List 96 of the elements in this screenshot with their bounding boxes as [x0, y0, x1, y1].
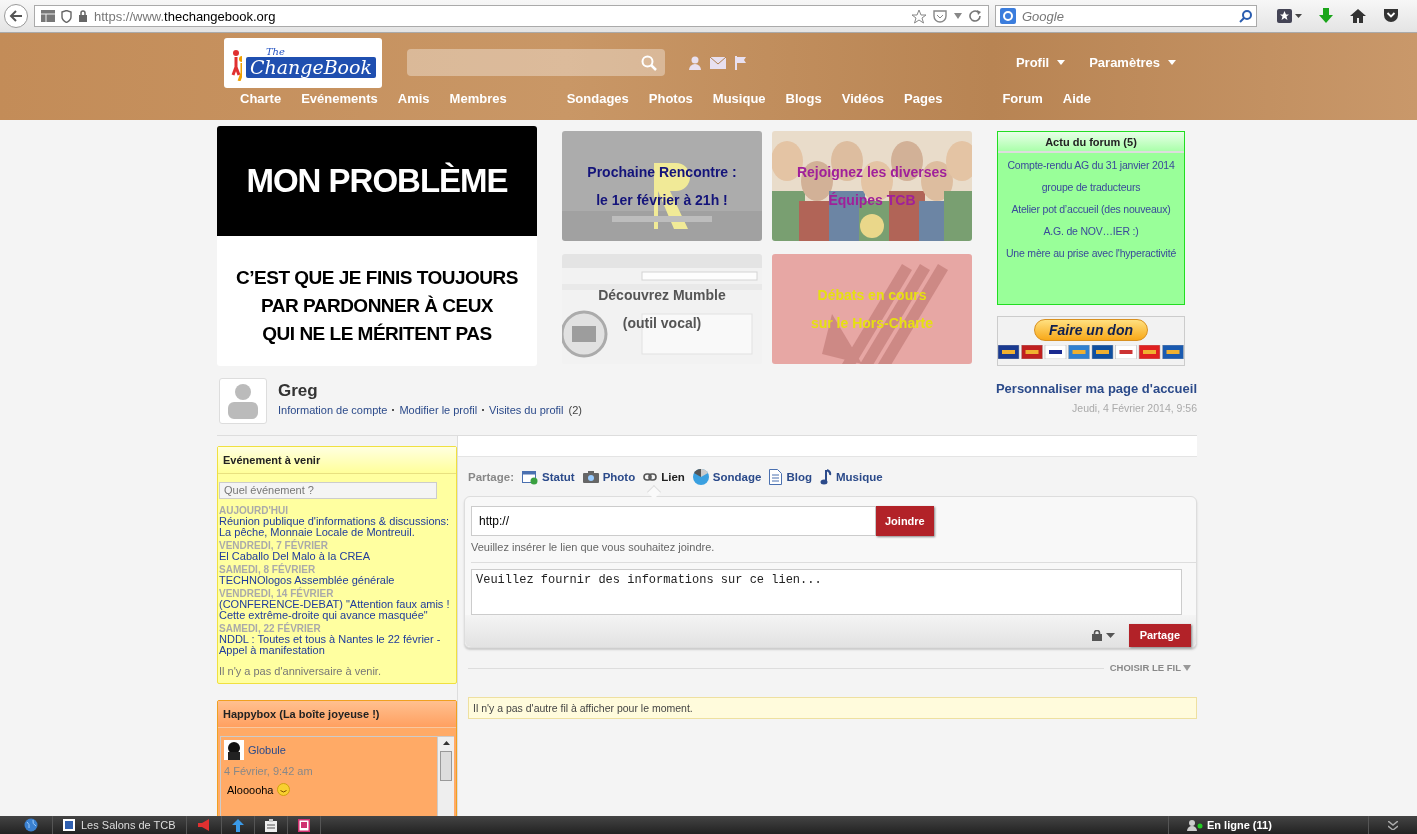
camera-icon: [582, 471, 599, 483]
event-date: SAMEDI, 8 FÉVRIER: [219, 564, 317, 575]
star-icon[interactable]: [911, 8, 927, 24]
meme-text: PAR PARDONNER À CEUX: [260, 294, 494, 318]
caret-icon: [1057, 60, 1066, 65]
event-link[interactable]: TECHNOlogos Assemblée générale: [219, 575, 455, 586]
profile-link[interactable]: Modifier le profil: [399, 404, 478, 416]
chain-icon: [643, 473, 658, 481]
globe-icon[interactable]: [24, 818, 38, 832]
event-link[interactable]: NDDL : Toutes et tous à Nantes le 22 février - Appel à manifestation: [219, 634, 455, 656]
document-icon: [769, 469, 783, 485]
dropdown-icon[interactable]: [953, 12, 963, 20]
event-date: AUJOURD'HUI: [219, 505, 290, 516]
message-time: 4 Février, 9:42 am: [224, 765, 314, 777]
banner-link[interactable]: (outil vocal): [622, 308, 702, 337]
user-name[interactable]: Greg: [278, 381, 582, 401]
smiley-icon: [276, 783, 290, 796]
lock-icon: [78, 10, 88, 22]
share-tab[interactable]: Sondage: [692, 469, 762, 485]
pie-icon: [692, 469, 709, 485]
address-bar[interactable]: https://www.thechangebook.org: [34, 5, 989, 27]
window-icon: [522, 469, 539, 485]
back-button[interactable]: [4, 4, 28, 28]
customize-link[interactable]: Personnaliser ma page d'accueil: [995, 381, 1197, 396]
event-date: SAMEDI, 22 FÉVRIER: [219, 623, 322, 634]
share-tab[interactable]: Statut: [522, 469, 575, 485]
visit-count: (2): [568, 404, 582, 416]
topic-link[interactable]: Une mère au prise avec l'hyperactivité: [1005, 242, 1177, 264]
collapse-icon[interactable]: [1388, 820, 1398, 830]
caret-icon: [1105, 632, 1115, 638]
panel-title: Evénement à venir: [218, 447, 456, 474]
profile-link[interactable]: Visites du profil: [489, 404, 564, 416]
date-text: Jeudi, 4 Février 2014, 9:56: [1071, 402, 1197, 414]
event-link[interactable]: El Caballo Del Malo à la CREA: [219, 551, 455, 562]
online-users-button[interactable]: En ligne (11): [1168, 816, 1368, 834]
link-field[interactable]: http://: [471, 506, 876, 536]
description-field[interactable]: Veuillez fournir des informations sur ce lien...: [471, 569, 1182, 615]
empty-feed-message: Il n'y a pas d'autre fil à afficher pour le moment.: [468, 697, 1197, 719]
caret-up-icon[interactable]: [442, 741, 450, 745]
birthday-note: Il n'y a pas d'anniversaire à venir.: [219, 665, 382, 677]
topic-link[interactable]: Atelier pot d’accueil (des nouveaux): [1011, 198, 1171, 220]
meme-heading: MON PROBLÈME: [246, 162, 508, 200]
profile-link[interactable]: Information de compte: [278, 404, 388, 416]
panel-title: Happybox (La boîte joyeuse !): [218, 701, 456, 728]
share-button[interactable]: Partage: [1128, 623, 1191, 647]
arrow-left-icon: [9, 10, 23, 22]
message-text: Alooooha: [227, 783, 274, 796]
caret-icon: [1183, 664, 1191, 671]
share-tab[interactable]: Musique: [819, 469, 883, 485]
window-icon: [63, 819, 75, 831]
share-tab[interactable]: Blog: [769, 469, 812, 485]
attach-button[interactable]: Joindre: [876, 506, 934, 536]
caret-icon: [1168, 60, 1176, 65]
download-icon[interactable]: [1319, 8, 1333, 24]
search-field[interactable]: [407, 49, 665, 76]
topic-link[interactable]: groupe de traducteurs: [1041, 176, 1141, 198]
scrollbar[interactable]: [437, 737, 454, 816]
search-placeholder: Google: [1022, 8, 1065, 24]
bookmarks-icon[interactable]: [1277, 8, 1303, 24]
banner-link[interactable]: Prochaine Rencontre :: [587, 158, 737, 186]
banner-link[interactable]: Découvrez Mumble: [598, 280, 726, 309]
panel-title: Actu du forum (5): [998, 132, 1184, 153]
topic-link[interactable]: A.G. de NOV…IER :): [1043, 220, 1139, 242]
avatar-icon: [226, 383, 260, 419]
taskbar-item[interactable]: Les Salons de TCB: [53, 816, 187, 834]
event-date: VENDREDI, 14 FÉVRIER: [219, 588, 335, 599]
hint-text: Veuillez insérer le lien que vous souhaitez joindre.: [471, 536, 1196, 563]
search-field[interactable]: Google: [995, 5, 1257, 27]
banner-link[interactable]: le 1er février à 21h !: [596, 186, 728, 214]
clipboard-icon[interactable]: [264, 818, 277, 832]
bookmark-icon[interactable]: [297, 818, 310, 832]
url-text: https://www.thechangebook.org: [94, 8, 277, 24]
banner-link[interactable]: Rejoignez les diverses: [796, 158, 948, 186]
lock-icon: [1091, 629, 1102, 641]
arrow-up-icon[interactable]: [231, 818, 244, 832]
user-icon: [1187, 819, 1203, 831]
music-note-icon: [819, 469, 832, 485]
event-link[interactable]: Réunion publique d'informations & discussions: La pêche, Monnaie Locale de Montreuil.: [219, 516, 455, 538]
event-date: VENDREDI, 7 FÉVRIER: [219, 540, 329, 551]
author-link[interactable]: Globule: [248, 744, 286, 756]
meme-text: C’EST QUE JE FINIS TOUJOURS: [236, 266, 518, 290]
event-search-field[interactable]: Quel événement ?: [219, 482, 437, 499]
reload-icon[interactable]: [969, 9, 982, 23]
search-icon[interactable]: [1239, 9, 1252, 23]
privacy-button[interactable]: [1091, 629, 1115, 641]
donate-button[interactable]: Faire un don: [1034, 319, 1148, 341]
topic-link[interactable]: Compte-rendu AG du 31 janvier 2014: [1007, 154, 1175, 176]
avatar-icon: [224, 740, 244, 760]
logo[interactable]: The ChangeBook: [224, 37, 382, 88]
home-icon[interactable]: [1349, 8, 1367, 24]
event-link[interactable]: (CONFERENCE-DEBAT) "Attention faux amis ! Cette extrême-droite qui avance masquée": [219, 599, 455, 621]
share-label: Partage:: [468, 471, 515, 483]
megaphone-icon[interactable]: [196, 819, 211, 831]
meme-text: QUI NE LE MÉRITENT PAS: [262, 322, 492, 346]
shield-icon[interactable]: [61, 9, 72, 23]
share-tab[interactable]: Photo: [582, 471, 636, 483]
